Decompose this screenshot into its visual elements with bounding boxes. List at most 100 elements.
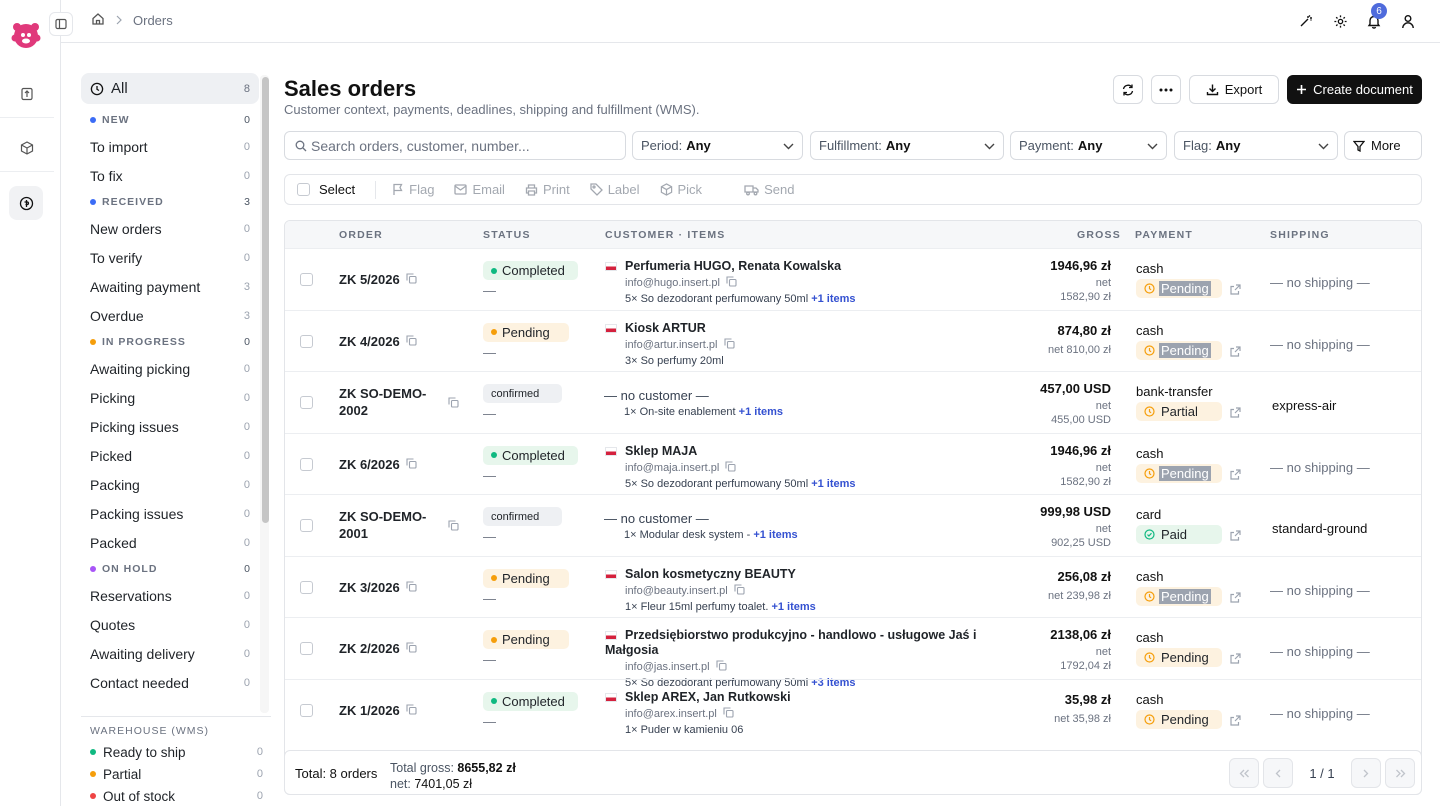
sidebar-item[interactable]: Packing issues 0 — [81, 499, 259, 528]
breadcrumb-current[interactable]: Orders — [133, 13, 173, 28]
status-badge[interactable]: Pending — [483, 568, 569, 588]
payment-status-badge[interactable]: Pending — [1136, 463, 1222, 483]
app-logo[interactable] — [9, 19, 43, 53]
payment-status-badge[interactable]: Pending — [1136, 648, 1222, 667]
flag-filter[interactable]: Flag: Any — [1174, 131, 1338, 160]
sidebar-item[interactable]: Contact needed 0 — [81, 668, 259, 697]
sidebar-item-all[interactable]: All 8 — [81, 73, 259, 104]
customer-email[interactable]: info@arex.insert.pl — [625, 708, 717, 720]
customer-email[interactable]: info@maja.insert.pl — [625, 462, 719, 474]
copy-icon[interactable] — [723, 706, 734, 721]
table-row[interactable]: ZK SO-DEMO- 2002 confirmed — — no customer —… — [285, 371, 1421, 433]
order-number[interactable]: ZK 5/2026 — [339, 272, 417, 287]
export-button[interactable]: Export — [1189, 75, 1279, 104]
search-box[interactable] — [284, 131, 626, 160]
column-header-customer[interactable]: CUSTOMER · ITEMS — [605, 229, 726, 241]
sidebar-item[interactable]: Quotes 0 — [81, 610, 259, 639]
pick-button[interactable]: Pick — [660, 182, 702, 197]
row-checkbox[interactable] — [300, 642, 313, 655]
external-link-icon[interactable] — [1230, 591, 1241, 606]
order-number[interactable]: ZK 1/2026 — [339, 703, 417, 718]
refresh-button[interactable] — [1113, 75, 1143, 104]
status-badge[interactable]: Completed — [483, 445, 578, 465]
table-row[interactable]: ZK 1/2026 Completed — Sklep AREX, Jan Rutko… — [285, 678, 1421, 741]
payment-status-badge[interactable]: Paid — [1136, 525, 1222, 544]
status-badge[interactable]: Pending — [483, 322, 569, 342]
order-number[interactable]: ZK SO-DEMO- 2002 — [339, 385, 459, 419]
order-number[interactable]: ZK SO-DEMO- 2001 — [339, 508, 459, 542]
customer-email[interactable]: info@beauty.insert.pl — [625, 585, 728, 597]
copy-icon[interactable] — [406, 703, 417, 718]
status-badge[interactable]: Completed — [483, 691, 578, 711]
sidebar-item[interactable]: To fix 0 — [81, 161, 259, 190]
order-number[interactable]: ZK 2/2026 — [339, 641, 417, 656]
column-header-payment[interactable]: PAYMENT — [1135, 229, 1193, 241]
table-row[interactable]: ZK SO-DEMO- 2001 confirmed — — no customer —… — [285, 494, 1421, 556]
wms-item[interactable]: Partial 0 — [81, 763, 271, 785]
wms-item[interactable]: Out of stock 0 — [81, 785, 271, 807]
copy-icon[interactable] — [715, 660, 727, 674]
table-row[interactable]: ZK 2/2026 Pending — Przedsiębiorstwo produk… — [285, 617, 1421, 689]
period-filter[interactable]: Period: Any — [632, 131, 803, 160]
row-checkbox[interactable] — [300, 273, 313, 286]
status-badge[interactable]: Completed — [483, 261, 578, 280]
more-actions-button[interactable] — [1151, 75, 1181, 104]
sidebar-item[interactable]: Awaiting delivery 0 — [81, 639, 259, 668]
magic-wand-icon[interactable] — [1296, 9, 1316, 33]
order-number[interactable]: ZK 4/2026 — [339, 334, 417, 349]
external-link-icon[interactable] — [1230, 345, 1241, 360]
more-filters-button[interactable]: More — [1344, 131, 1422, 160]
more-items-link[interactable]: +1 items — [811, 478, 855, 490]
create-document-button[interactable]: Create document — [1287, 75, 1422, 104]
customer-name[interactable]: Kiosk ARTUR — [625, 321, 706, 335]
customer-name[interactable]: Sklep MAJA — [625, 444, 697, 458]
copy-icon[interactable] — [725, 460, 736, 475]
customer-name[interactable]: Salon kosmetyczny BEAUTY — [625, 567, 796, 581]
more-items-link[interactable]: +1 items — [753, 529, 797, 541]
search-input[interactable] — [311, 137, 611, 154]
payment-filter[interactable]: Payment: Any — [1010, 131, 1167, 160]
documents-icon[interactable] — [12, 79, 42, 109]
select-all-toggle[interactable]: Select — [297, 182, 355, 197]
row-checkbox[interactable] — [300, 703, 313, 717]
copy-icon[interactable] — [723, 337, 735, 352]
more-items-link[interactable]: +1 items — [739, 406, 783, 418]
table-row[interactable]: ZK 3/2026 Pending — Salon kosmetyczny BEAUT… — [285, 555, 1421, 618]
copy-icon[interactable] — [406, 641, 417, 656]
bell-icon[interactable]: 6 — [1364, 3, 1387, 33]
external-link-icon[interactable] — [1230, 406, 1241, 421]
sidebar-item[interactable]: Packed 0 — [81, 528, 259, 557]
sidebar-item[interactable]: Awaiting picking 0 — [81, 354, 259, 383]
sidebar-item[interactable]: Awaiting payment 3 — [81, 272, 259, 301]
sidebar-toggle-icon[interactable] — [49, 12, 73, 36]
more-items-link[interactable]: +1 items — [771, 601, 815, 613]
sidebar-item[interactable]: New orders 0 — [81, 214, 259, 243]
home-icon[interactable] — [91, 12, 105, 29]
sidebar-scrollbar-thumb[interactable] — [262, 77, 269, 523]
last-page-button[interactable] — [1385, 758, 1415, 788]
sidebar-item[interactable]: Picking issues 0 — [81, 412, 259, 441]
payment-status-badge[interactable]: Pending — [1136, 709, 1222, 729]
flag-button[interactable]: Flag — [392, 182, 434, 197]
external-link-icon[interactable] — [1230, 529, 1241, 544]
email-button[interactable]: Email — [454, 182, 505, 197]
row-checkbox[interactable] — [300, 519, 313, 532]
next-page-button[interactable] — [1351, 758, 1381, 788]
user-icon[interactable] — [1398, 9, 1418, 33]
select-all-checkbox[interactable] — [297, 183, 310, 196]
sidebar-item[interactable]: Packing 0 — [81, 470, 259, 499]
external-link-icon[interactable] — [1230, 714, 1241, 729]
copy-icon[interactable] — [734, 583, 745, 598]
copy-icon[interactable] — [406, 272, 417, 287]
gear-icon[interactable] — [1330, 9, 1350, 33]
customer-name[interactable]: Przedsiębiorstwo produkcyjno - handlowo … — [605, 628, 976, 657]
sidebar-item[interactable]: Picked 0 — [81, 441, 259, 470]
copy-icon[interactable] — [406, 334, 417, 349]
print-button[interactable]: Print — [525, 182, 570, 197]
column-header-order[interactable]: ORDER — [339, 229, 383, 241]
copy-icon[interactable] — [726, 276, 737, 290]
sidebar-item[interactable]: Reservations 0 — [81, 581, 259, 610]
sidebar-item[interactable]: Picking 0 — [81, 383, 259, 412]
external-link-icon[interactable] — [1230, 283, 1241, 298]
row-checkbox[interactable] — [300, 334, 313, 348]
